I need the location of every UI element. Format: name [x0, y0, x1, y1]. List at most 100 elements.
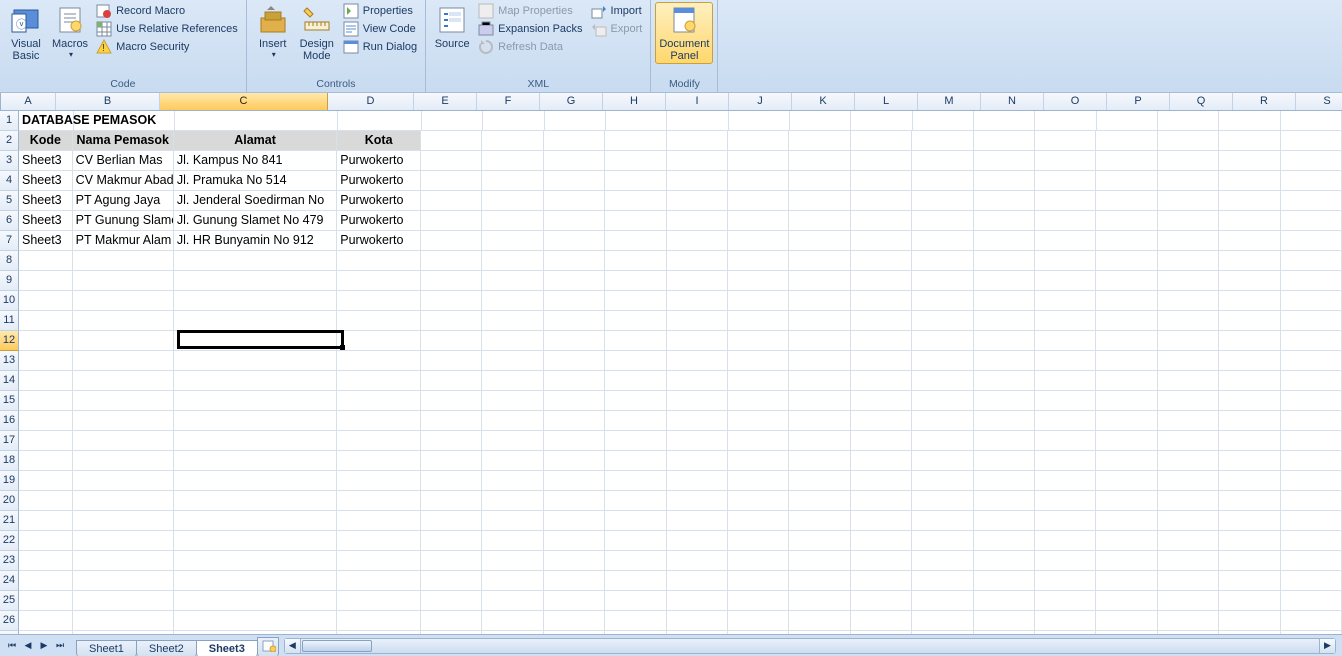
- cell[interactable]: [1096, 171, 1157, 191]
- row-header[interactable]: 10: [0, 291, 19, 311]
- cell[interactable]: [1281, 151, 1342, 171]
- column-header-Q[interactable]: Q: [1170, 93, 1233, 110]
- cell[interactable]: [544, 331, 605, 351]
- cell[interactable]: [728, 231, 789, 251]
- cell[interactable]: [174, 431, 337, 451]
- cell[interactable]: [974, 451, 1035, 471]
- cell[interactable]: [544, 431, 605, 451]
- cell[interactable]: [667, 271, 728, 291]
- cell[interactable]: [912, 131, 973, 151]
- cell[interactable]: [1219, 351, 1280, 371]
- cell[interactable]: [174, 611, 337, 631]
- cell[interactable]: [1035, 211, 1096, 231]
- cell[interactable]: [1281, 131, 1342, 151]
- cell[interactable]: [1219, 231, 1280, 251]
- row-header[interactable]: 7: [0, 231, 19, 251]
- cell[interactable]: [1096, 611, 1157, 631]
- cell[interactable]: [74, 111, 175, 131]
- cell[interactable]: [1096, 351, 1157, 371]
- cell[interactable]: [974, 311, 1035, 331]
- cell[interactable]: [851, 171, 912, 191]
- row-header[interactable]: 13: [0, 351, 19, 371]
- cell[interactable]: [667, 551, 728, 571]
- cell[interactable]: [337, 291, 421, 311]
- cell[interactable]: [667, 631, 728, 634]
- cell[interactable]: PT Makmur Alam: [73, 231, 174, 251]
- cell[interactable]: [728, 411, 789, 431]
- cell[interactable]: [728, 211, 789, 231]
- cell[interactable]: [605, 371, 666, 391]
- cell[interactable]: [421, 151, 482, 171]
- row-header[interactable]: 14: [0, 371, 19, 391]
- horizontal-scrollbar[interactable]: ◀ ▶: [284, 638, 1336, 654]
- cell[interactable]: [1281, 271, 1342, 291]
- cell[interactable]: [19, 611, 73, 631]
- cell[interactable]: [974, 591, 1035, 611]
- cell[interactable]: [337, 631, 421, 634]
- cell[interactable]: [1219, 371, 1280, 391]
- cell[interactable]: [605, 151, 666, 171]
- row-header[interactable]: 24: [0, 571, 19, 591]
- cell[interactable]: [1158, 371, 1219, 391]
- cell[interactable]: [605, 191, 666, 211]
- cell[interactable]: [605, 211, 666, 231]
- cell[interactable]: [482, 631, 543, 634]
- cell[interactable]: [1035, 591, 1096, 611]
- cell[interactable]: [789, 451, 850, 471]
- cell[interactable]: [482, 351, 543, 371]
- cell[interactable]: [728, 591, 789, 611]
- cell[interactable]: [912, 631, 973, 634]
- cell[interactable]: [421, 571, 482, 591]
- cell[interactable]: [851, 391, 912, 411]
- cell[interactable]: [1096, 391, 1157, 411]
- cell[interactable]: [421, 251, 482, 271]
- cell[interactable]: [19, 431, 73, 451]
- cell[interactable]: [1219, 111, 1280, 131]
- cell[interactable]: [851, 591, 912, 611]
- cell[interactable]: [789, 571, 850, 591]
- cell[interactable]: [1158, 491, 1219, 511]
- cell[interactable]: [789, 371, 850, 391]
- cell[interactable]: [73, 371, 174, 391]
- cell[interactable]: [667, 251, 728, 271]
- cell[interactable]: [1097, 111, 1158, 131]
- cell[interactable]: [605, 391, 666, 411]
- tab-nav-next-button[interactable]: ▶: [36, 638, 52, 654]
- cell[interactable]: Jl. HR Bunyamin No 912: [174, 231, 337, 251]
- cell[interactable]: [174, 411, 337, 431]
- cell[interactable]: [544, 131, 605, 151]
- cell[interactable]: [73, 311, 174, 331]
- cell[interactable]: [1158, 631, 1219, 634]
- cell[interactable]: [912, 431, 973, 451]
- cell[interactable]: [605, 551, 666, 571]
- cell[interactable]: [605, 431, 666, 451]
- cell[interactable]: [421, 631, 482, 634]
- insert-button[interactable]: Insert ▾: [251, 2, 295, 61]
- cell[interactable]: [728, 631, 789, 634]
- cell[interactable]: [1219, 391, 1280, 411]
- cell[interactable]: [667, 511, 728, 531]
- cell[interactable]: [1158, 291, 1219, 311]
- cell[interactable]: Jl. Gunung Slamet No 479: [174, 211, 337, 231]
- cell[interactable]: [974, 531, 1035, 551]
- cell[interactable]: [73, 351, 174, 371]
- column-header-G[interactable]: G: [540, 93, 603, 110]
- cell[interactable]: [851, 331, 912, 351]
- cell[interactable]: [482, 431, 543, 451]
- cell[interactable]: [974, 511, 1035, 531]
- cell[interactable]: [789, 131, 850, 151]
- cell[interactable]: [605, 251, 666, 271]
- cell[interactable]: [605, 331, 666, 351]
- scroll-thumb[interactable]: [302, 640, 372, 652]
- cell[interactable]: [1035, 531, 1096, 551]
- cell[interactable]: [73, 511, 174, 531]
- cell[interactable]: [605, 511, 666, 531]
- cell[interactable]: [19, 391, 73, 411]
- cell[interactable]: [605, 611, 666, 631]
- cell[interactable]: [1281, 491, 1342, 511]
- cell[interactable]: [1096, 491, 1157, 511]
- cell[interactable]: Alamat: [174, 131, 337, 151]
- cell[interactable]: [544, 211, 605, 231]
- cell[interactable]: [605, 231, 666, 251]
- cell[interactable]: [1096, 191, 1157, 211]
